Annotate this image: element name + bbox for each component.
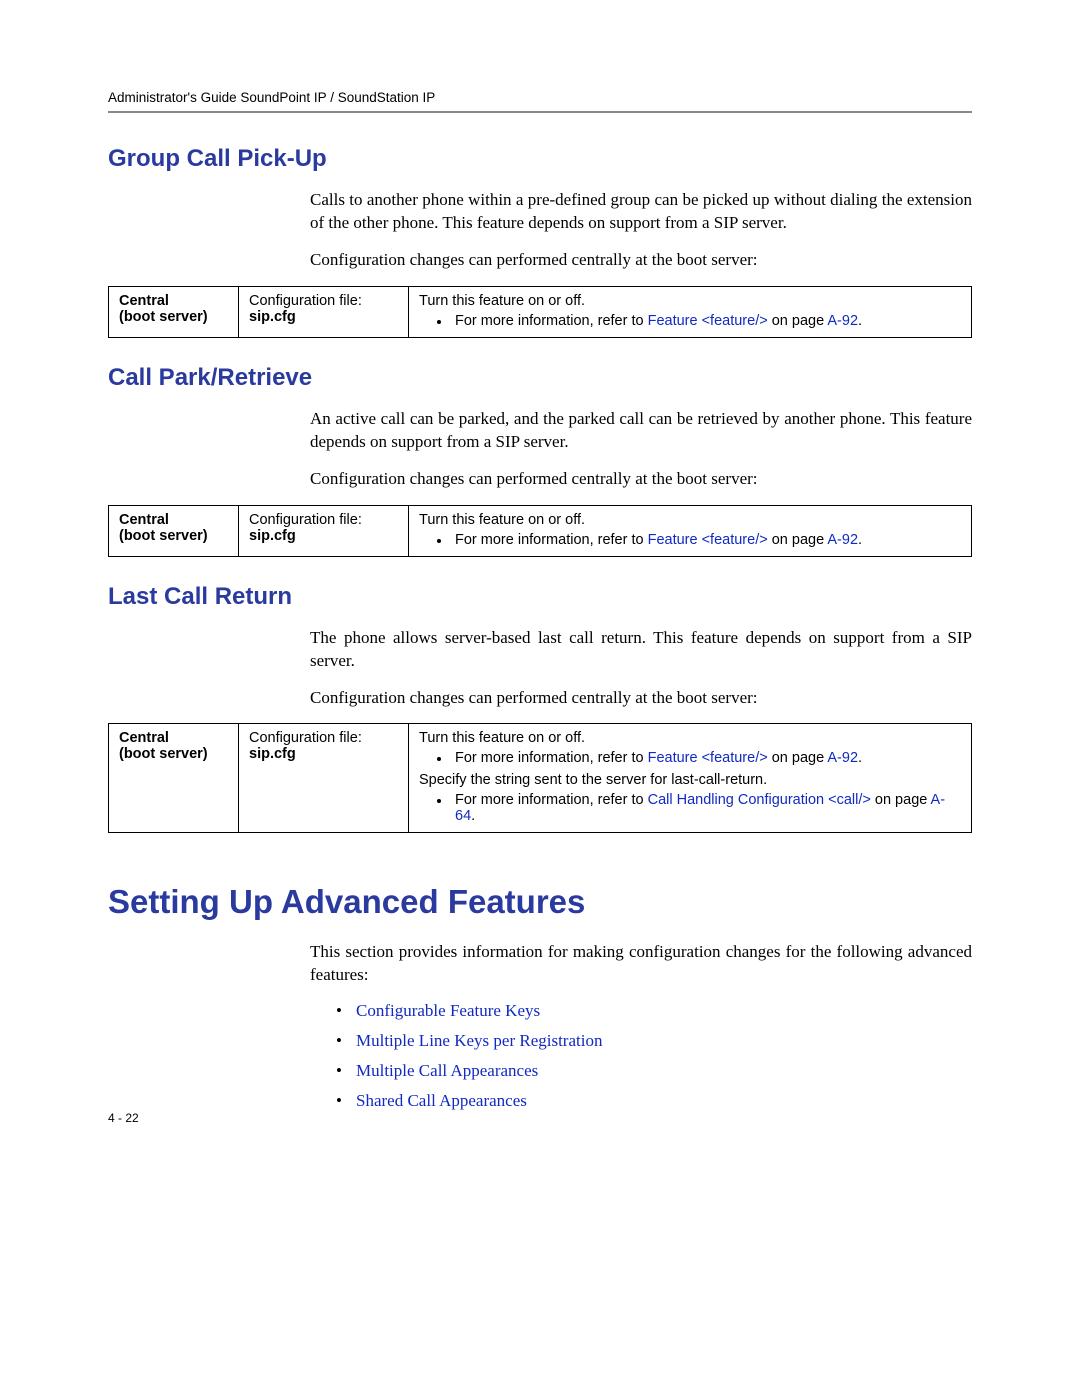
bullet-icon	[437, 539, 441, 543]
label: (boot server)	[119, 309, 208, 325]
table-row: Central (boot server) Configuration file…	[109, 724, 972, 833]
text: .	[858, 532, 862, 548]
label: (boot server)	[119, 528, 208, 544]
text: For more information, refer to	[455, 792, 648, 808]
link-feature[interactable]: Feature <feature/>	[648, 750, 768, 766]
main-heading-advanced-features: Setting Up Advanced Features	[108, 883, 972, 921]
bullet-text: For more information, refer to Feature <…	[455, 532, 961, 548]
body-paragraph: An active call can be parked, and the pa…	[310, 408, 972, 454]
feature-link-multiple-call-appearances[interactable]: Multiple Call Appearances	[336, 1061, 972, 1081]
text: .	[858, 313, 862, 329]
link-page[interactable]: A-92	[827, 532, 858, 548]
header-rule	[108, 111, 972, 113]
description-text: Turn this feature on or off.	[419, 730, 585, 746]
bullet-text: For more information, refer to Feature <…	[455, 750, 961, 766]
table-row: Central (boot server) Configuration file…	[109, 505, 972, 556]
config-table: Central (boot server) Configuration file…	[108, 286, 972, 338]
bullet-item: For more information, refer to Call Hand…	[437, 792, 961, 824]
bullet-item: For more information, refer to Feature <…	[437, 313, 961, 329]
text: .	[471, 808, 475, 824]
label: Configuration file:	[249, 293, 398, 309]
table-cell-location: Central (boot server)	[109, 724, 239, 833]
table-cell-file: Configuration file: sip.cfg	[239, 286, 409, 337]
page-number: 4 - 22	[108, 1111, 139, 1125]
bullet-icon	[437, 799, 441, 803]
section-heading-call-park-retrieve: Call Park/Retrieve	[108, 364, 972, 392]
text: on page	[768, 750, 828, 766]
section-heading-last-call-return: Last Call Return	[108, 583, 972, 611]
label: Configuration file:	[249, 512, 398, 528]
table-cell-location: Central (boot server)	[109, 505, 239, 556]
body-paragraph: This section provides information for ma…	[310, 941, 972, 987]
table-row: Central (boot server) Configuration file…	[109, 286, 972, 337]
text: .	[858, 750, 862, 766]
link-feature[interactable]: Feature <feature/>	[648, 532, 768, 548]
label: Configuration file:	[249, 730, 398, 746]
feature-link-configurable-keys[interactable]: Configurable Feature Keys	[336, 1001, 972, 1021]
body-paragraph: Calls to another phone within a pre-defi…	[310, 189, 972, 235]
label: Central	[119, 730, 169, 746]
table-cell-description: Turn this feature on or off. For more in…	[409, 505, 972, 556]
link-call-handling[interactable]: Call Handling Configuration <call/>	[648, 792, 871, 808]
section-heading-group-call-pickup: Group Call Pick-Up	[108, 145, 972, 173]
text: For more information, refer to	[455, 750, 648, 766]
description-text: Specify the string sent to the server fo…	[419, 772, 767, 788]
filename: sip.cfg	[249, 746, 296, 762]
feature-list: Configurable Feature Keys Multiple Line …	[336, 1001, 972, 1111]
link-feature[interactable]: Feature <feature/>	[648, 313, 768, 329]
table-cell-location: Central (boot server)	[109, 286, 239, 337]
link-page[interactable]: A-92	[827, 313, 858, 329]
description-text: Turn this feature on or off.	[419, 512, 585, 528]
body-paragraph: The phone allows server-based last call …	[310, 627, 972, 673]
bullet-icon	[437, 320, 441, 324]
link-page[interactable]: A-92	[827, 750, 858, 766]
body-paragraph: Configuration changes can performed cent…	[310, 468, 972, 491]
text: on page	[768, 313, 828, 329]
filename: sip.cfg	[249, 309, 296, 325]
label: Central	[119, 512, 169, 528]
table-cell-description: Turn this feature on or off. For more in…	[409, 286, 972, 337]
running-header: Administrator's Guide SoundPoint IP / So…	[108, 90, 972, 105]
table-cell-file: Configuration file: sip.cfg	[239, 505, 409, 556]
bullet-item: For more information, refer to Feature <…	[437, 750, 961, 766]
table-cell-description: Turn this feature on or off. For more in…	[409, 724, 972, 833]
bullet-text: For more information, refer to Feature <…	[455, 313, 961, 329]
text: on page	[768, 532, 828, 548]
label: Central	[119, 293, 169, 309]
body-paragraph: Configuration changes can performed cent…	[310, 249, 972, 272]
bullet-text: For more information, refer to Call Hand…	[455, 792, 961, 824]
feature-link-multiple-line-keys[interactable]: Multiple Line Keys per Registration	[336, 1031, 972, 1051]
text: For more information, refer to	[455, 313, 648, 329]
text: For more information, refer to	[455, 532, 648, 548]
body-paragraph: Configuration changes can performed cent…	[310, 687, 972, 710]
page-content: Administrator's Guide SoundPoint IP / So…	[0, 0, 1080, 1161]
config-table: Central (boot server) Configuration file…	[108, 505, 972, 557]
description-text: Turn this feature on or off.	[419, 293, 585, 309]
bullet-icon	[437, 757, 441, 761]
feature-link-shared-call-appearances[interactable]: Shared Call Appearances	[336, 1091, 972, 1111]
filename: sip.cfg	[249, 528, 296, 544]
config-table: Central (boot server) Configuration file…	[108, 723, 972, 833]
text: on page	[871, 792, 931, 808]
bullet-item: For more information, refer to Feature <…	[437, 532, 961, 548]
table-cell-file: Configuration file: sip.cfg	[239, 724, 409, 833]
label: (boot server)	[119, 746, 208, 762]
